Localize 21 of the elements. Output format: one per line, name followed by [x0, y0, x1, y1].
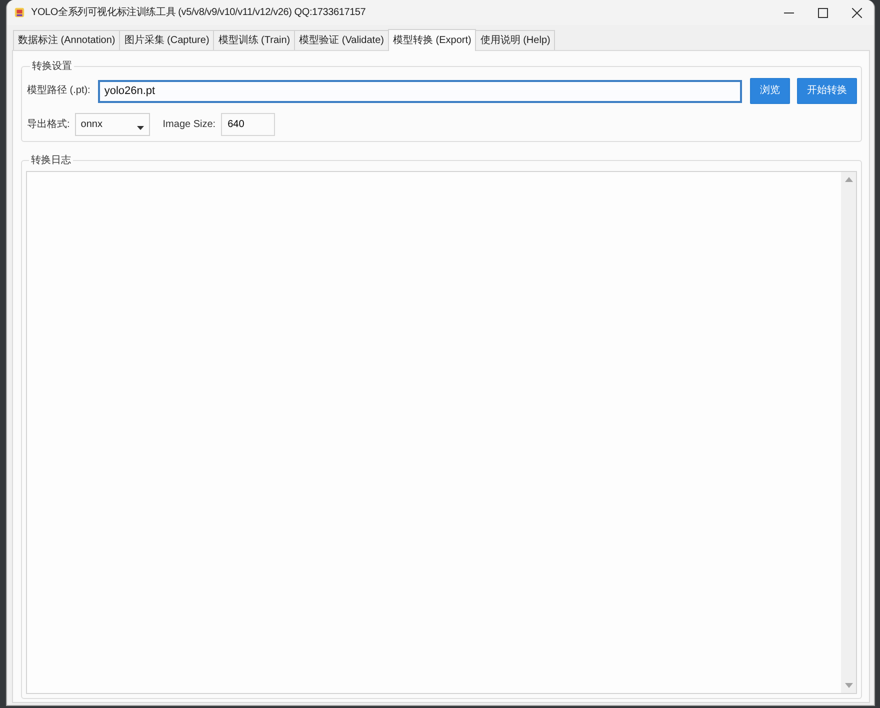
model-path-field[interactable]: yolo26n.pt	[98, 80, 742, 102]
close-icon	[852, 8, 862, 18]
maximize-icon	[818, 8, 828, 18]
scroll-up-icon[interactable]	[844, 177, 852, 182]
tab[interactable]: 数据标注 (Annotation)	[13, 30, 120, 50]
caret-icon	[136, 126, 144, 130]
image-size-field[interactable]: 640	[220, 113, 275, 136]
group-title: 转换日志	[30, 154, 72, 167]
field-label: Image Size:	[162, 118, 216, 130]
start-convert-button[interactable]: 开始转换	[797, 78, 857, 104]
window-title: YOLO全系列可视化标注训练工具 (v5/v8/v9/v10/v11/v12/v26) QQ:1733617157	[31, 6, 366, 18]
format-dropdown[interactable]: onnx	[74, 113, 150, 136]
scrollbar[interactable]	[841, 172, 856, 693]
scroll-down-icon[interactable]	[844, 683, 852, 688]
browse-button[interactable]: 浏览	[750, 78, 790, 104]
field-label: 模型路径 (.pt):	[27, 85, 90, 97]
tab[interactable]: 使用说明 (Help)	[475, 30, 556, 50]
tab[interactable]: 模型转换 (Export)	[388, 29, 476, 51]
field-label: 导出格式:	[27, 118, 70, 130]
group-title: 转换设置	[31, 60, 73, 73]
app-icon	[14, 7, 25, 18]
